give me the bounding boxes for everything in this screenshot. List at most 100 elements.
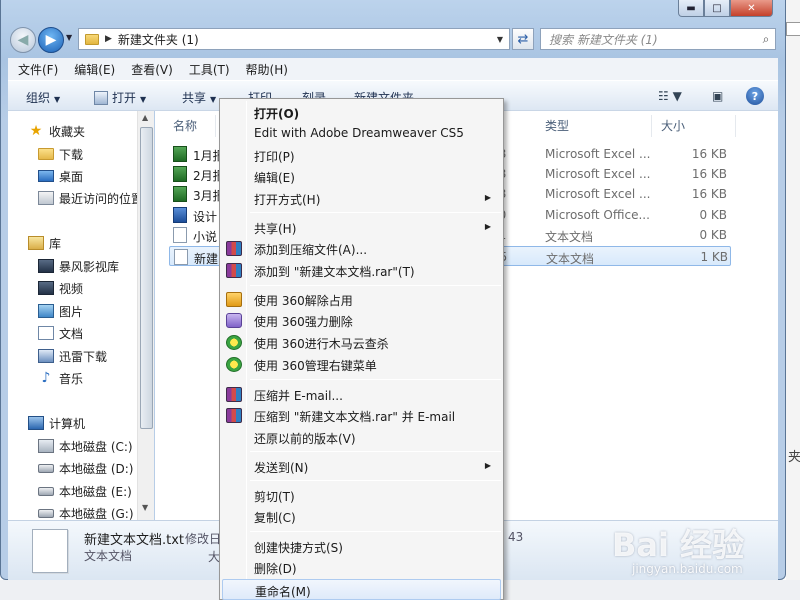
file-name: 新建	[194, 252, 219, 266]
nav-scrollbar[interactable]: ▲ ▼	[137, 111, 154, 520]
refresh-button[interactable]: ⇄	[512, 28, 534, 50]
file-type: Microsoft Excel ...	[545, 167, 651, 181]
nav-libraries[interactable]: 库	[28, 232, 61, 254]
share-label: 共享	[182, 91, 207, 105]
menu-item-add-archive[interactable]: 添加到压缩文件(A)...	[222, 238, 501, 259]
menu-view[interactable]: 查看(V)	[131, 61, 173, 78]
nav-xunlei[interactable]: 迅雷下载	[38, 345, 107, 367]
maximize-button[interactable]: □	[704, 0, 730, 17]
menu-item-copy[interactable]: 复制(C)	[222, 506, 501, 527]
menu-item-shortcut[interactable]: 创建快捷方式(S)	[222, 536, 501, 557]
scroll-up-icon[interactable]: ▲	[142, 113, 148, 122]
nav-label: 本地磁盘 (C:)	[59, 439, 133, 454]
word-file-icon	[173, 207, 187, 223]
column-header-size[interactable]: 大小	[661, 117, 685, 134]
nav-pictures[interactable]: 图片	[38, 300, 83, 322]
menu-item-360-scan[interactable]: 使用 360进行木马云查杀	[222, 332, 501, 353]
search-icon[interactable]: ⌕	[757, 32, 775, 47]
address-bar[interactable]: ▶ 新建文件夹 (1) ▼	[78, 28, 510, 50]
open-button[interactable]: 打开 ▼	[94, 89, 146, 106]
file-type: Microsoft Excel ...	[545, 147, 651, 161]
nav-disk-g[interactable]: 本地磁盘 (G:)	[38, 502, 134, 520]
menu-separator	[250, 379, 501, 380]
organize-label: 组织	[26, 91, 51, 105]
menu-item-compress-email[interactable]: 压缩并 E-mail...	[222, 384, 501, 405]
address-dropdown-icon[interactable]: ▼	[497, 35, 503, 44]
disk-icon	[38, 508, 54, 518]
file-size: 0 KB	[699, 208, 727, 222]
scroll-down-icon[interactable]: ▼	[142, 503, 148, 512]
chevron-down-icon: ▼	[210, 95, 217, 104]
nav-label: 本地磁盘 (D:)	[59, 461, 134, 476]
menu-item-print[interactable]: 打印(P)	[222, 145, 501, 166]
minimize-button[interactable]: ▬	[678, 0, 704, 17]
menu-item-open-with[interactable]: 打开方式(H) ▶	[222, 188, 501, 209]
360-shield-icon	[226, 335, 242, 350]
close-button[interactable]: ✕	[730, 0, 773, 17]
nav-disk-e[interactable]: 本地磁盘 (E:)	[38, 480, 132, 502]
xunlei-download-icon	[38, 349, 54, 363]
menu-item-share[interactable]: 共享(H) ▶	[222, 217, 501, 238]
menu-label: 压缩并 E-mail...	[254, 389, 343, 403]
nav-computer[interactable]: 计算机	[28, 412, 85, 434]
help-button[interactable]: ?	[746, 87, 764, 105]
back-button[interactable]: ◀	[10, 27, 36, 53]
nav-baofeng[interactable]: 暴风影视库	[38, 255, 119, 277]
column-header-name[interactable]: 名称	[173, 117, 197, 134]
forward-button[interactable]: ▶	[38, 27, 64, 53]
menu-item-delete[interactable]: 删除(D)	[222, 557, 501, 578]
nav-label: 音乐	[59, 371, 84, 386]
scroll-thumb[interactable]	[140, 127, 153, 429]
menu-item-compress-rar-email[interactable]: 压缩到 "新建文本文档.rar" 并 E-mail	[222, 405, 501, 426]
search-input[interactable]: 搜索 新建文件夹 (1)	[549, 31, 757, 48]
menu-separator	[250, 285, 501, 286]
watermark-brand: Bai 经验	[612, 526, 745, 564]
menu-item-rename[interactable]: 重命名(M)	[222, 579, 501, 600]
column-header-type[interactable]: 类型	[545, 117, 569, 134]
menu-tools[interactable]: 工具(T)	[189, 61, 230, 78]
nav-disk-c[interactable]: 本地磁盘 (C:)	[38, 435, 133, 457]
file-type: 文本文档	[546, 252, 595, 266]
preview-pane-icon[interactable]: ▣	[712, 89, 723, 103]
menu-item-360-unlock[interactable]: 使用 360解除占用	[222, 289, 501, 310]
menu-label: 剪切(T)	[254, 490, 295, 504]
menu-item-send-to[interactable]: 发送到(N) ▶	[222, 456, 501, 477]
menu-item-360-menu[interactable]: 使用 360管理右键菜单	[222, 354, 501, 375]
nav-recent[interactable]: 最近访问的位置	[38, 187, 143, 209]
menu-item-360-delete[interactable]: 使用 360强力删除	[222, 310, 501, 331]
nav-desktop[interactable]: 桌面	[38, 165, 83, 187]
menu-file[interactable]: 文件(F)	[18, 61, 58, 78]
menu-separator	[250, 531, 501, 532]
file-size: 0 KB	[699, 228, 727, 242]
menu-item-open[interactable]: 打开(O)	[222, 102, 501, 123]
nav-video[interactable]: 视频	[38, 277, 83, 299]
nav-disk-d[interactable]: 本地磁盘 (D:)	[38, 457, 133, 479]
nav-music[interactable]: ♪ 音乐	[38, 367, 83, 389]
breadcrumb-current-folder[interactable]: 新建文件夹 (1)	[118, 31, 199, 48]
menu-item-edit[interactable]: 编辑(E)	[222, 166, 501, 187]
menu-item-dreamweaver[interactable]: Edit with Adobe Dreamweaver CS5	[222, 123, 501, 144]
share-button[interactable]: 共享 ▼	[182, 89, 216, 106]
view-options-icon[interactable]: ☷ ▼	[658, 89, 682, 103]
menu-help[interactable]: 帮助(H)	[246, 61, 288, 78]
nav-favorites[interactable]: ★ 收藏夹	[28, 120, 85, 142]
desktop-icon	[38, 170, 54, 182]
column-divider	[651, 115, 652, 137]
nav-download[interactable]: 下载	[38, 143, 83, 165]
menu-label: 创建快捷方式(S)	[254, 541, 343, 555]
menu-edit[interactable]: 编辑(E)	[74, 61, 115, 78]
breadcrumb-chevron-icon[interactable]: ▶	[105, 34, 112, 44]
menu-item-cut[interactable]: 剪切(T)	[222, 485, 501, 506]
menu-label: 还原以前的版本(V)	[254, 432, 356, 446]
menu-item-add-rar[interactable]: 添加到 "新建文本文档.rar"(T)	[222, 260, 501, 281]
nav-documents[interactable]: 文档	[38, 322, 83, 344]
nav-label: 图片	[59, 304, 84, 319]
folder-icon	[85, 33, 99, 45]
menu-item-restore[interactable]: 还原以前的版本(V)	[222, 427, 501, 448]
recent-pages-dropdown[interactable]: ▼	[66, 33, 72, 42]
video-icon	[38, 281, 54, 295]
organize-button[interactable]: 组织 ▼	[26, 89, 60, 106]
search-box[interactable]: 搜索 新建文件夹 (1) ⌕	[540, 28, 776, 50]
menu-label: 共享(H)	[254, 222, 297, 236]
excel-file-icon	[173, 186, 187, 202]
